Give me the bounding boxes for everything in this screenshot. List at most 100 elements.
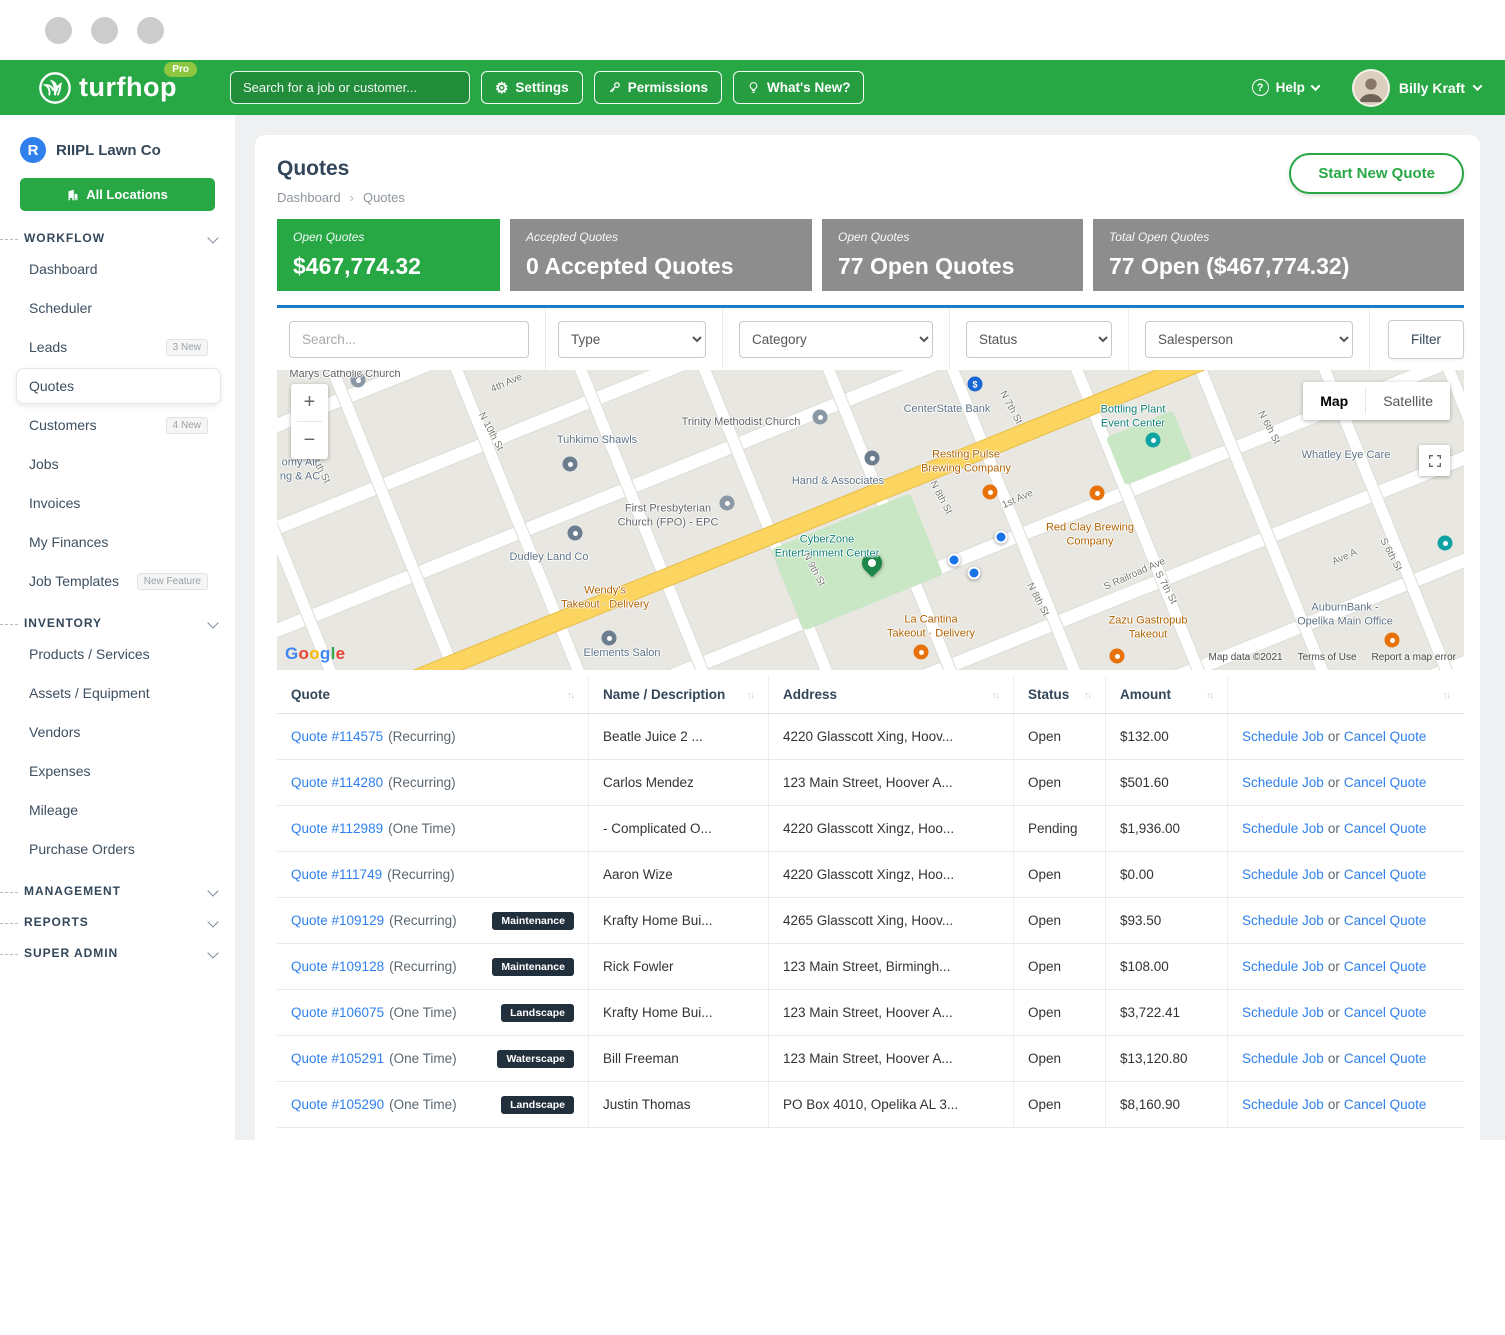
brand-logo[interactable]: turfhop Pro: [38, 71, 177, 105]
filter-select-salesperson[interactable]: Salesperson: [1145, 321, 1353, 358]
quote-link[interactable]: Quote #105291: [291, 1051, 384, 1066]
column-header-name-description[interactable]: Name / Description↑↓: [588, 676, 768, 713]
schedule-job-link[interactable]: Schedule Job: [1242, 1097, 1324, 1112]
cancel-quote-link[interactable]: Cancel Quote: [1344, 913, 1427, 928]
sidebar-section-super-admin[interactable]: SUPER ADMIN: [24, 946, 217, 960]
schedule-job-link[interactable]: Schedule Job: [1242, 1005, 1324, 1020]
window-close-button[interactable]: [45, 17, 72, 44]
column-header-quote[interactable]: Quote↑↓: [277, 676, 588, 713]
sidebar-item-dashboard[interactable]: Dashboard: [16, 251, 221, 287]
schedule-job-link[interactable]: Schedule Job: [1242, 775, 1324, 790]
sidebar-section-inventory[interactable]: INVENTORY: [24, 616, 217, 630]
sidebar-item-mileage[interactable]: Mileage: [16, 792, 221, 828]
cancel-quote-link[interactable]: Cancel Quote: [1344, 959, 1427, 974]
window-maximize-button[interactable]: [137, 17, 164, 44]
sidebar-item-leads[interactable]: Leads3 New: [16, 329, 221, 365]
quote-link[interactable]: Quote #114280: [291, 775, 383, 790]
schedule-job-link[interactable]: Schedule Job: [1242, 729, 1324, 744]
sidebar-section-management[interactable]: MANAGEMENT: [24, 884, 217, 898]
window-minimize-button[interactable]: [91, 17, 118, 44]
stat-card-accepted-quotes-1[interactable]: Accepted Quotes0 Accepted Quotes: [510, 219, 812, 291]
quote-link[interactable]: Quote #114575: [291, 729, 383, 744]
quote-link[interactable]: Quote #106075: [291, 1005, 384, 1020]
quote-link[interactable]: Quote #109128: [291, 959, 384, 974]
column-header-status[interactable]: Status↑↓: [1013, 676, 1105, 713]
cancel-quote-link[interactable]: Cancel Quote: [1344, 729, 1427, 744]
schedule-job-link[interactable]: Schedule Job: [1242, 1051, 1324, 1066]
filter-button[interactable]: Filter: [1388, 320, 1464, 359]
column-header-address[interactable]: Address↑↓: [768, 676, 1013, 713]
quote-link[interactable]: Quote #112989: [291, 821, 383, 836]
global-search-input[interactable]: [230, 71, 470, 104]
zoom-out-button[interactable]: −: [291, 422, 328, 459]
terms-of-use-link[interactable]: Terms of Use: [1298, 652, 1357, 663]
cancel-quote-link[interactable]: Cancel Quote: [1344, 867, 1427, 882]
user-menu[interactable]: Billy Kraft: [1352, 69, 1481, 107]
sort-icon[interactable]: ↑↓: [739, 690, 754, 700]
filter-select-category[interactable]: Category: [739, 321, 933, 358]
sidebar-item-jobs[interactable]: Jobs: [16, 446, 221, 482]
sort-icon[interactable]: ↑↓: [1435, 690, 1450, 700]
sidebar-section-reports[interactable]: REPORTS: [24, 915, 217, 929]
sidebar-item-products-services[interactable]: Products / Services: [16, 636, 221, 672]
cancel-quote-link[interactable]: Cancel Quote: [1344, 1051, 1427, 1066]
map-canvas[interactable]: + − Map Satellite Google Map data ©2021: [277, 370, 1464, 670]
attraction-poi-icon[interactable]: [1438, 536, 1453, 551]
church-poi-icon[interactable]: [351, 373, 366, 388]
report-map-error-link[interactable]: Report a map error: [1372, 652, 1456, 663]
cancel-quote-link[interactable]: Cancel Quote: [1344, 1005, 1427, 1020]
cancel-quote-link[interactable]: Cancel Quote: [1344, 1097, 1427, 1112]
shop-poi-icon[interactable]: [602, 631, 617, 646]
stat-card-total-open-quotes-3[interactable]: Total Open Quotes77 Open ($467,774.32): [1093, 219, 1464, 291]
schedule-job-link[interactable]: Schedule Job: [1242, 913, 1324, 928]
quote-link[interactable]: Quote #109129: [291, 913, 384, 928]
church-poi-icon[interactable]: [720, 496, 735, 511]
shop-poi-icon[interactable]: [865, 451, 880, 466]
filter-select-type[interactable]: Type: [558, 321, 706, 358]
help-menu[interactable]: ? Help: [1252, 79, 1319, 96]
schedule-job-link[interactable]: Schedule Job: [1242, 867, 1324, 882]
schedule-job-link[interactable]: Schedule Job: [1242, 959, 1324, 974]
map-view-button[interactable]: Map: [1303, 382, 1365, 420]
all-locations-button[interactable]: All Locations: [20, 178, 215, 211]
zoom-in-button[interactable]: +: [291, 384, 328, 421]
sidebar-item-job-templates[interactable]: Job TemplatesNew Feature: [16, 563, 221, 599]
food-poi-icon[interactable]: [1110, 649, 1125, 664]
quote-location-dot[interactable]: [968, 567, 981, 580]
quote-link[interactable]: Quote #105290: [291, 1097, 384, 1112]
cancel-quote-link[interactable]: Cancel Quote: [1344, 775, 1427, 790]
column-header-amount[interactable]: Amount↑↓: [1105, 676, 1227, 713]
sidebar-item-assets-equipment[interactable]: Assets / Equipment: [16, 675, 221, 711]
quote-link[interactable]: Quote #111749: [291, 867, 382, 882]
sort-icon[interactable]: ↑↓: [559, 690, 574, 700]
company-switcher[interactable]: R RIIPL Lawn Co: [0, 115, 235, 178]
shop-poi-icon[interactable]: [563, 457, 578, 472]
sort-icon[interactable]: ↑↓: [984, 690, 999, 700]
fullscreen-button[interactable]: [1419, 445, 1450, 476]
sidebar-item-vendors[interactable]: Vendors: [16, 714, 221, 750]
attraction-poi-icon[interactable]: [1146, 433, 1161, 448]
permissions-button[interactable]: Permissions: [594, 71, 722, 104]
food-poi-icon[interactable]: [983, 485, 998, 500]
shop-poi-icon[interactable]: [568, 526, 583, 541]
food-poi-icon[interactable]: [1090, 486, 1105, 501]
sidebar-item-quotes[interactable]: Quotes: [16, 368, 221, 404]
satellite-view-button[interactable]: Satellite: [1366, 382, 1450, 420]
sidebar-item-purchase-orders[interactable]: Purchase Orders: [16, 831, 221, 867]
whats-new-button[interactable]: What's New?: [733, 71, 864, 104]
sidebar-item-my-finances[interactable]: My Finances: [16, 524, 221, 560]
schedule-job-link[interactable]: Schedule Job: [1242, 821, 1324, 836]
quote-location-dot[interactable]: [995, 531, 1008, 544]
column-header-actions[interactable]: ↑↓: [1227, 676, 1464, 713]
breadcrumb-dashboard[interactable]: Dashboard: [277, 190, 341, 205]
sidebar-item-scheduler[interactable]: Scheduler: [16, 290, 221, 326]
sort-icon[interactable]: ↑↓: [1198, 690, 1213, 700]
sort-icon[interactable]: ↑↓: [1076, 690, 1091, 700]
bank-poi-icon[interactable]: $: [968, 377, 983, 392]
start-new-quote-button[interactable]: Start New Quote: [1289, 153, 1464, 194]
filter-select-status[interactable]: Status: [966, 321, 1112, 358]
food-poi-icon[interactable]: [1385, 633, 1400, 648]
sidebar-item-invoices[interactable]: Invoices: [16, 485, 221, 521]
church-poi-icon[interactable]: [813, 410, 828, 425]
quotes-search-input[interactable]: [289, 321, 529, 358]
